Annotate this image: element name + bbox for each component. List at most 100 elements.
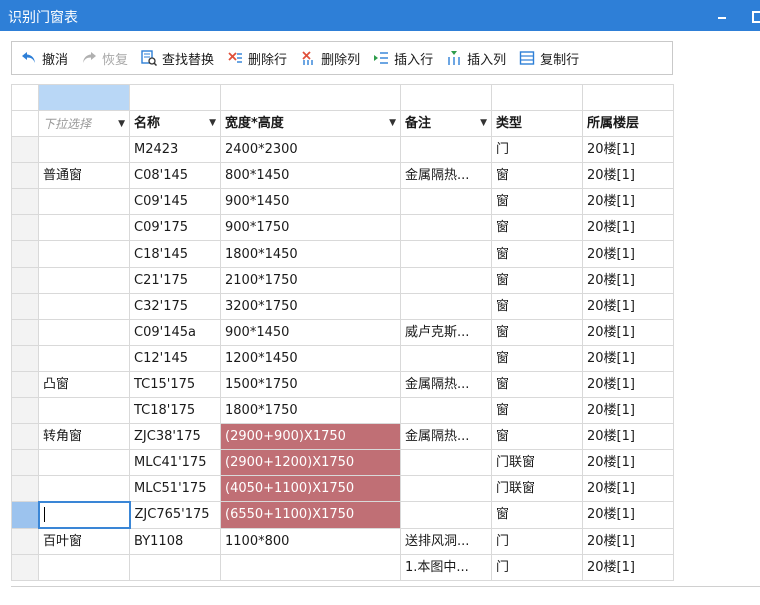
column-selector[interactable] — [582, 84, 674, 111]
copy-row-button[interactable]: 复制行 — [518, 45, 579, 71]
table-cell[interactable] — [400, 344, 492, 372]
table-cell[interactable]: 20楼[1] — [582, 449, 674, 477]
row-header[interactable] — [11, 370, 39, 399]
table-cell[interactable]: 20楼[1] — [582, 240, 674, 268]
table-cell[interactable]: BY1108 — [129, 527, 221, 555]
table-cell[interactable]: 20楼[1] — [582, 397, 674, 425]
table-cell[interactable]: 窗 — [491, 370, 583, 399]
table-cell[interactable] — [38, 266, 130, 294]
table-cell[interactable] — [400, 292, 492, 320]
table-cell[interactable] — [400, 501, 492, 529]
table-cell[interactable]: (2900+900)X1750 — [220, 423, 401, 451]
table-cell[interactable]: 3200*1750 — [220, 292, 401, 320]
table-cell[interactable]: 窗 — [491, 501, 583, 529]
chevron-down-icon[interactable]: ▼ — [480, 119, 487, 128]
column-selector[interactable] — [400, 84, 492, 111]
table-cell[interactable]: 窗 — [491, 162, 583, 190]
table-cell[interactable]: 1800*1750 — [220, 397, 401, 425]
find-replace-button[interactable]: 查找替换 — [140, 45, 214, 71]
table-cell[interactable]: 800*1450 — [220, 162, 401, 190]
row-header[interactable] — [11, 266, 39, 294]
table-cell[interactable]: 900*1450 — [220, 318, 401, 346]
table-cell[interactable]: 百叶窗 — [38, 527, 130, 555]
row-header[interactable] — [11, 397, 39, 425]
table-cell[interactable]: C08'145 — [129, 162, 221, 190]
table-cell[interactable] — [400, 449, 492, 477]
table-cell[interactable]: 20楼[1] — [582, 188, 674, 216]
row-header[interactable] — [11, 527, 39, 555]
chevron-down-icon[interactable]: ▼ — [209, 119, 216, 128]
row-header[interactable] — [11, 449, 39, 477]
table-cell[interactable]: 金属隔热... — [400, 370, 492, 399]
table-cell[interactable]: 送排风洞... — [400, 527, 492, 555]
table-cell[interactable] — [400, 397, 492, 425]
table-cell[interactable]: TC18'175 — [129, 397, 221, 425]
table-cell[interactable]: 窗 — [491, 214, 583, 242]
row-header[interactable] — [11, 292, 39, 320]
table-cell[interactable]: 金属隔热... — [400, 423, 492, 451]
table-cell[interactable]: 门 — [491, 527, 583, 555]
table-cell[interactable]: C18'145 — [129, 240, 221, 268]
column-selector[interactable] — [129, 84, 221, 111]
table-cell[interactable]: C09'145a — [129, 318, 221, 346]
table-cell[interactable]: 门 — [491, 136, 583, 164]
column-header[interactable]: 备注 ▼ — [400, 109, 492, 138]
insert-row-button[interactable]: 插入行 — [372, 45, 433, 71]
table-cell[interactable]: (6550+1100)X1750 — [220, 501, 401, 529]
row-header[interactable] — [11, 475, 39, 503]
delete-row-button[interactable]: 删除行 — [226, 45, 287, 71]
table-cell[interactable] — [38, 553, 130, 581]
table-cell[interactable]: 1800*1450 — [220, 240, 401, 268]
row-header[interactable] — [11, 318, 39, 346]
delete-col-button[interactable]: 删除列 — [299, 45, 360, 71]
table-cell[interactable]: M2423 — [129, 136, 221, 164]
table-cell[interactable]: 普通窗 — [38, 162, 130, 190]
table-cell[interactable] — [38, 475, 130, 503]
table-cell[interactable]: 威卢克斯... — [400, 318, 492, 346]
column-selector[interactable] — [38, 84, 130, 111]
table-cell[interactable]: 20楼[1] — [582, 214, 674, 242]
table-cell[interactable]: 窗 — [491, 318, 583, 346]
column-header[interactable]: 宽度*高度 ▼ — [220, 109, 401, 138]
chevron-down-icon[interactable]: ▼ — [389, 119, 396, 128]
table-cell[interactable] — [220, 553, 401, 581]
table-cell[interactable]: 20楼[1] — [582, 266, 674, 294]
table-cell[interactable]: (2900+1200)X1750 — [220, 449, 401, 477]
row-header[interactable] — [11, 240, 39, 268]
row-header[interactable] — [11, 344, 39, 372]
table-cell[interactable]: 20楼[1] — [582, 162, 674, 190]
table-cell[interactable]: TC15'175 — [129, 370, 221, 399]
row-header[interactable] — [11, 423, 39, 451]
minimize-icon[interactable] — [712, 5, 732, 25]
table-cell[interactable]: 20楼[1] — [582, 553, 674, 581]
table-cell[interactable]: 门 — [491, 553, 583, 581]
table-cell[interactable]: 窗 — [491, 266, 583, 294]
table-cell[interactable] — [38, 214, 130, 242]
table-cell[interactable]: 20楼[1] — [582, 136, 674, 164]
row-header[interactable] — [11, 162, 39, 190]
table-cell[interactable] — [400, 214, 492, 242]
row-header[interactable] — [11, 188, 39, 216]
table-cell[interactable]: 20楼[1] — [582, 423, 674, 451]
table-cell[interactable]: ZJC38'175 — [129, 423, 221, 451]
table-cell[interactable]: 1.本图中... — [400, 553, 492, 581]
row-header[interactable] — [11, 553, 39, 581]
table-cell[interactable]: 转角窗 — [38, 423, 130, 451]
table-cell[interactable]: C09'175 — [129, 214, 221, 242]
column-selector[interactable] — [220, 84, 401, 111]
table-cell[interactable]: 20楼[1] — [582, 292, 674, 320]
table-cell[interactable]: 窗 — [491, 188, 583, 216]
table-cell[interactable]: 窗 — [491, 397, 583, 425]
row-header[interactable] — [11, 501, 39, 529]
table-cell[interactable]: 窗 — [491, 423, 583, 451]
table-cell[interactable]: C12'145 — [129, 344, 221, 372]
table-cell[interactable]: 20楼[1] — [582, 527, 674, 555]
chevron-down-icon[interactable]: ▼ — [118, 119, 125, 129]
table-cell[interactable] — [400, 136, 492, 164]
table-cell[interactable] — [38, 449, 130, 477]
table-cell[interactable]: 凸窗 — [38, 370, 130, 399]
table-cell[interactable] — [38, 292, 130, 320]
table-cell[interactable] — [400, 188, 492, 216]
table-cell[interactable]: 窗 — [491, 292, 583, 320]
column-header[interactable]: 所属楼层 — [582, 109, 674, 138]
